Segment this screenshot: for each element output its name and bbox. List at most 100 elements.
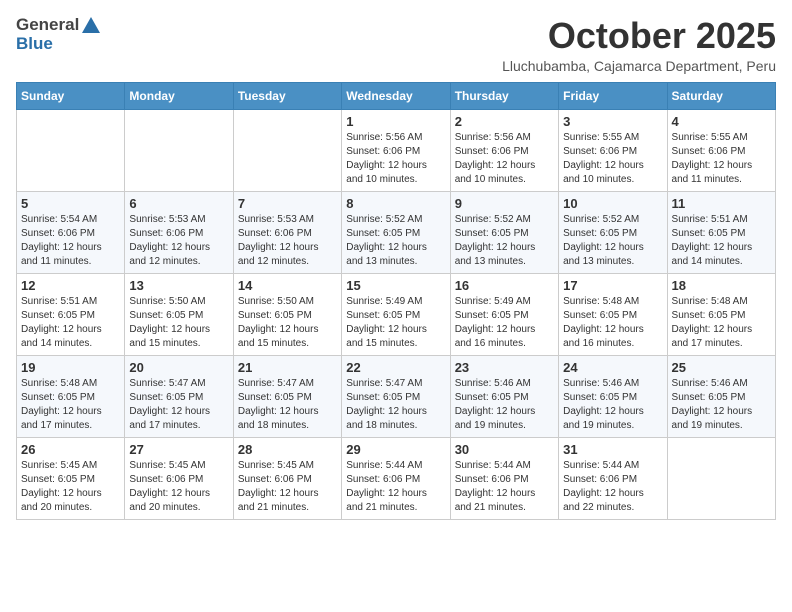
day-number: 3 xyxy=(563,114,662,129)
calendar-cell xyxy=(17,109,125,191)
calendar-cell: 29 Sunrise: 5:44 AM Sunset: 6:06 PM Dayli… xyxy=(342,437,450,519)
day-number: 28 xyxy=(238,442,337,457)
weekday-header: Friday xyxy=(559,82,667,109)
calendar-week-row: 5Sunrise: 5:54 AM Sunset: 6:06 PM Daylig… xyxy=(17,191,776,273)
day-number: 20 xyxy=(129,360,228,375)
day-info: Sunrise: 5:48 AM Sunset: 6:05 PM Dayligh… xyxy=(563,295,662,351)
calendar-cell: 6 Sunrise: 5:53 AM Sunset: 6:06 PM Daylig… xyxy=(125,191,233,273)
day-info: Sunrise: 5:45 AM Sunset: 6:06 PM Dayligh… xyxy=(129,459,228,515)
day-number: 15 xyxy=(346,278,445,293)
day-info: Sunrise: 5:48 AM Sunset: 6:05 PM Dayligh… xyxy=(21,377,120,433)
day-number: 24 xyxy=(563,360,662,375)
logo: General Blue xyxy=(16,16,100,53)
day-number: 9 xyxy=(455,196,554,211)
day-number: 25 xyxy=(672,360,771,375)
day-number: 17 xyxy=(563,278,662,293)
calendar-cell: 20 Sunrise: 5:47 AM Sunset: 6:05 PM Dayli… xyxy=(125,355,233,437)
day-info: Sunrise: 5:52 AM Sunset: 6:05 PM Dayligh… xyxy=(563,213,662,269)
day-info: Sunrise: 5:44 AM Sunset: 6:06 PM Dayligh… xyxy=(563,459,662,515)
day-number: 1 xyxy=(346,114,445,129)
day-info: Sunrise: 5:46 AM Sunset: 6:05 PM Dayligh… xyxy=(672,377,771,433)
calendar-cell: 1 Sunrise: 5:56 AM Sunset: 6:06 PM Daylig… xyxy=(342,109,450,191)
weekday-header: Tuesday xyxy=(233,82,341,109)
day-info: Sunrise: 5:49 AM Sunset: 6:05 PM Dayligh… xyxy=(455,295,554,351)
day-number: 7 xyxy=(238,196,337,211)
day-number: 31 xyxy=(563,442,662,457)
calendar-week-row: 12 Sunrise: 5:51 AM Sunset: 6:05 PM Dayli… xyxy=(17,273,776,355)
calendar-cell: 17 Sunrise: 5:48 AM Sunset: 6:05 PM Dayli… xyxy=(559,273,667,355)
calendar-cell: 2Sunrise: 5:56 AM Sunset: 6:06 PM Daylig… xyxy=(450,109,558,191)
weekday-header: Sunday xyxy=(17,82,125,109)
day-number: 11 xyxy=(672,196,771,211)
calendar-cell: 27Sunrise: 5:45 AM Sunset: 6:06 PM Dayli… xyxy=(125,437,233,519)
day-number: 8 xyxy=(346,196,445,211)
day-number: 21 xyxy=(238,360,337,375)
calendar-cell: 18 Sunrise: 5:48 AM Sunset: 6:05 PM Dayli… xyxy=(667,273,775,355)
day-number: 30 xyxy=(455,442,554,457)
logo-triangle-icon xyxy=(82,17,100,33)
day-info: Sunrise: 5:47 AM Sunset: 6:05 PM Dayligh… xyxy=(129,377,228,433)
day-number: 23 xyxy=(455,360,554,375)
weekday-header: Saturday xyxy=(667,82,775,109)
day-info: Sunrise: 5:44 AM Sunset: 6:06 PM Dayligh… xyxy=(346,459,445,515)
day-info: Sunrise: 5:56 AM Sunset: 6:06 PM Dayligh… xyxy=(346,131,445,187)
logo-general: General xyxy=(16,16,79,35)
calendar-cell: 14 Sunrise: 5:50 AM Sunset: 6:05 PM Dayli… xyxy=(233,273,341,355)
day-info: Sunrise: 5:47 AM Sunset: 6:05 PM Dayligh… xyxy=(238,377,337,433)
day-number: 4 xyxy=(672,114,771,129)
weekday-header: Thursday xyxy=(450,82,558,109)
day-info: Sunrise: 5:46 AM Sunset: 6:05 PM Dayligh… xyxy=(563,377,662,433)
day-number: 2 xyxy=(455,114,554,129)
day-number: 22 xyxy=(346,360,445,375)
calendar-cell xyxy=(125,109,233,191)
day-info: Sunrise: 5:48 AM Sunset: 6:05 PM Dayligh… xyxy=(672,295,771,351)
calendar-cell: 11Sunrise: 5:51 AM Sunset: 6:05 PM Dayli… xyxy=(667,191,775,273)
calendar-cell: 25 Sunrise: 5:46 AM Sunset: 6:05 PM Dayli… xyxy=(667,355,775,437)
calendar-week-row: 19Sunrise: 5:48 AM Sunset: 6:05 PM Dayli… xyxy=(17,355,776,437)
calendar-cell: 15Sunrise: 5:49 AM Sunset: 6:05 PM Dayli… xyxy=(342,273,450,355)
day-number: 6 xyxy=(129,196,228,211)
logo-blue: Blue xyxy=(16,34,53,53)
day-info: Sunrise: 5:55 AM Sunset: 6:06 PM Dayligh… xyxy=(672,131,771,187)
calendar-table: SundayMondayTuesdayWednesdayThursdayFrid… xyxy=(16,82,776,520)
calendar-cell: 13Sunrise: 5:50 AM Sunset: 6:05 PM Dayli… xyxy=(125,273,233,355)
calendar-cell: 16 Sunrise: 5:49 AM Sunset: 6:05 PM Dayli… xyxy=(450,273,558,355)
day-number: 16 xyxy=(455,278,554,293)
day-info: Sunrise: 5:52 AM Sunset: 6:05 PM Dayligh… xyxy=(455,213,554,269)
calendar-cell: 3 Sunrise: 5:55 AM Sunset: 6:06 PM Daylig… xyxy=(559,109,667,191)
calendar-cell xyxy=(233,109,341,191)
day-number: 14 xyxy=(238,278,337,293)
day-info: Sunrise: 5:53 AM Sunset: 6:06 PM Dayligh… xyxy=(129,213,228,269)
day-number: 29 xyxy=(346,442,445,457)
calendar-cell: 26Sunrise: 5:45 AM Sunset: 6:05 PM Dayli… xyxy=(17,437,125,519)
calendar-cell: 21 Sunrise: 5:47 AM Sunset: 6:05 PM Dayli… xyxy=(233,355,341,437)
day-info: Sunrise: 5:51 AM Sunset: 6:05 PM Dayligh… xyxy=(21,295,120,351)
month-title: October 2025 xyxy=(502,16,776,56)
calendar-cell: 31 Sunrise: 5:44 AM Sunset: 6:06 PM Dayli… xyxy=(559,437,667,519)
day-info: Sunrise: 5:45 AM Sunset: 6:06 PM Dayligh… xyxy=(238,459,337,515)
weekday-header-row: SundayMondayTuesdayWednesdayThursdayFrid… xyxy=(17,82,776,109)
day-number: 5 xyxy=(21,196,120,211)
calendar-cell: 22 Sunrise: 5:47 AM Sunset: 6:05 PM Dayli… xyxy=(342,355,450,437)
day-info: Sunrise: 5:44 AM Sunset: 6:06 PM Dayligh… xyxy=(455,459,554,515)
calendar-week-row: 1 Sunrise: 5:56 AM Sunset: 6:06 PM Daylig… xyxy=(17,109,776,191)
calendar-cell: 10Sunrise: 5:52 AM Sunset: 6:05 PM Dayli… xyxy=(559,191,667,273)
calendar-cell: 19Sunrise: 5:48 AM Sunset: 6:05 PM Dayli… xyxy=(17,355,125,437)
calendar-cell: 9 Sunrise: 5:52 AM Sunset: 6:05 PM Daylig… xyxy=(450,191,558,273)
calendar-week-row: 26Sunrise: 5:45 AM Sunset: 6:05 PM Dayli… xyxy=(17,437,776,519)
day-info: Sunrise: 5:47 AM Sunset: 6:05 PM Dayligh… xyxy=(346,377,445,433)
day-info: Sunrise: 5:52 AM Sunset: 6:05 PM Dayligh… xyxy=(346,213,445,269)
weekday-header: Wednesday xyxy=(342,82,450,109)
calendar-cell: 8 Sunrise: 5:52 AM Sunset: 6:05 PM Daylig… xyxy=(342,191,450,273)
calendar-cell: 12 Sunrise: 5:51 AM Sunset: 6:05 PM Dayli… xyxy=(17,273,125,355)
calendar-cell xyxy=(667,437,775,519)
day-number: 18 xyxy=(672,278,771,293)
day-number: 12 xyxy=(21,278,120,293)
day-info: Sunrise: 5:53 AM Sunset: 6:06 PM Dayligh… xyxy=(238,213,337,269)
page-header: General Blue October 2025 Lluchubamba, C… xyxy=(16,16,776,74)
day-number: 26 xyxy=(21,442,120,457)
title-block: October 2025 Lluchubamba, Cajamarca Depa… xyxy=(502,16,776,74)
day-info: Sunrise: 5:55 AM Sunset: 6:06 PM Dayligh… xyxy=(563,131,662,187)
day-info: Sunrise: 5:50 AM Sunset: 6:05 PM Dayligh… xyxy=(238,295,337,351)
calendar-cell: 28 Sunrise: 5:45 AM Sunset: 6:06 PM Dayli… xyxy=(233,437,341,519)
